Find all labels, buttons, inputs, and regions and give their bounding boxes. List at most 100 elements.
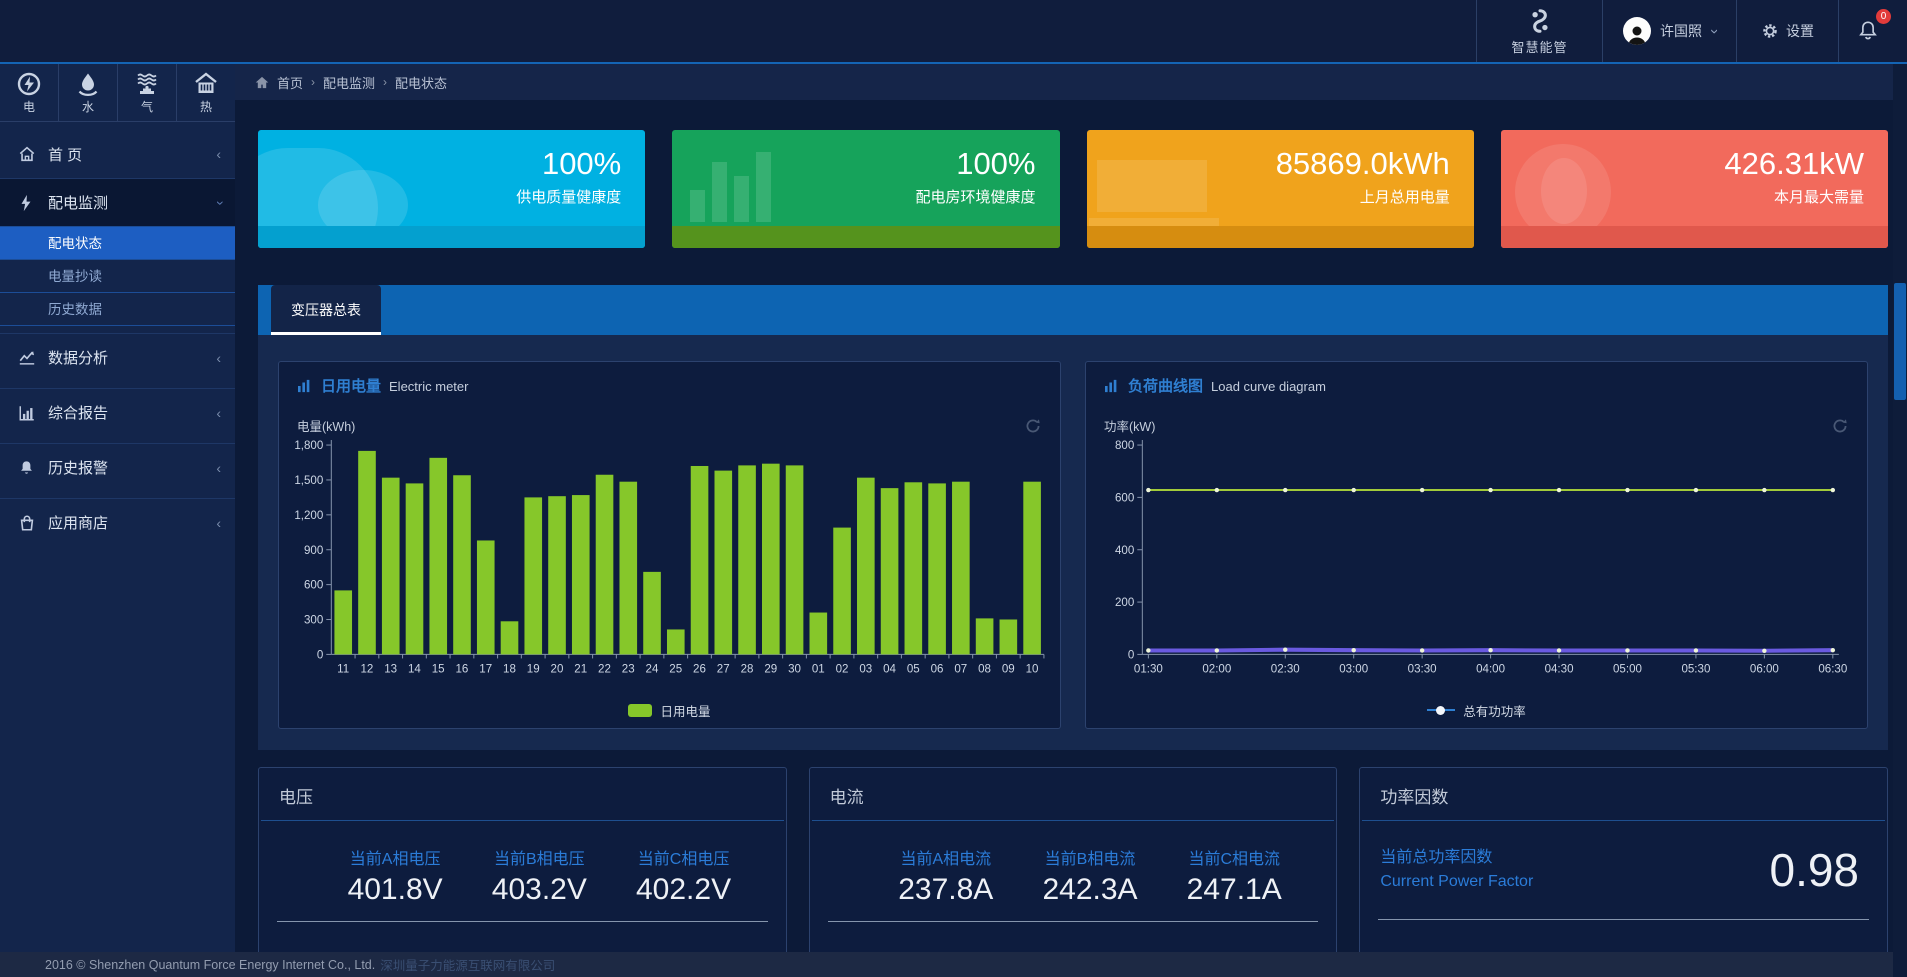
refresh-icon[interactable] <box>1024 417 1042 435</box>
main-content: 首页 › 配电监测 › 配电状态 100%供电质量健康度 100%配电房环境健康… <box>235 64 1907 952</box>
stat-value: 402.2V <box>611 873 755 907</box>
stat-value: 401.8V <box>323 873 467 907</box>
svg-text:600: 600 <box>304 580 323 592</box>
svg-text:200: 200 <box>1115 597 1134 609</box>
svg-text:04:00: 04:00 <box>1476 664 1505 676</box>
settings-button[interactable]: 设置 <box>1736 0 1838 62</box>
panel-title: 电压 <box>259 768 786 820</box>
breadcrumb: 首页 › 配电监测 › 配电状态 <box>235 64 1907 100</box>
load-curve-line-chart[interactable]: 020040060080001:3002:0002:3003:0003:3004… <box>1086 437 1867 695</box>
panel-title-zh: 日用电量 <box>321 375 381 396</box>
scrollbar-thumb[interactable] <box>1894 283 1906 400</box>
stat-item: 当前A相电压 401.8V <box>323 845 467 907</box>
legend-label: 日用电量 <box>660 701 710 720</box>
sidebar-subitem-power-status[interactable]: 配电状态 <box>0 227 235 260</box>
sidebar-subitem-meter-reading[interactable]: 电量抄读 <box>0 260 235 293</box>
svg-text:10: 10 <box>1026 664 1039 676</box>
sidebar-item-app-store[interactable]: 应用商店 ‹ <box>0 498 235 546</box>
svg-text:18: 18 <box>503 664 516 676</box>
electric-icon <box>16 71 42 97</box>
current-panel: 电流 当前A相电流 237.8A 当前B相电流 242.3A 当前C相电流 24… <box>809 767 1338 952</box>
svg-text:06:30: 06:30 <box>1818 664 1847 676</box>
card-strip <box>1087 226 1474 248</box>
app-logo-icon <box>1525 7 1555 35</box>
notifications-button[interactable]: 0 <box>1838 0 1907 62</box>
svg-text:600: 600 <box>1115 492 1134 504</box>
svg-text:26: 26 <box>693 664 706 676</box>
stat-value: 237.8A <box>874 873 1018 907</box>
refresh-icon[interactable] <box>1831 417 1849 435</box>
card-last-month-energy: 85869.0kWh上月总用电量 <box>1087 130 1474 248</box>
svg-text:03:30: 03:30 <box>1408 664 1437 676</box>
gear-icon <box>1761 22 1779 40</box>
sidebar-item-power-monitoring[interactable]: 配电监测 ‹ <box>0 178 235 226</box>
card-value: 426.31kW <box>1724 146 1864 182</box>
sidebar-subitem-history-data[interactable]: 历史数据 <box>0 293 235 326</box>
legend-swatch <box>628 704 652 717</box>
svg-text:0: 0 <box>317 649 323 661</box>
kpi-cards: 100%供电质量健康度 100%配电房环境健康度 85869.0kWh上月总用电… <box>258 130 1888 248</box>
sidebar-menu: 首 页 ‹ 配电监测 ‹ 配电状态 电量抄读 历史数据 数据分析 ‹ <box>0 130 235 546</box>
tab-transformer-summary[interactable]: 变压器总表 <box>271 285 381 335</box>
svg-text:30: 30 <box>788 664 801 676</box>
breadcrumb-home[interactable]: 首页 <box>277 73 303 92</box>
legend-label: 总有功功率 <box>1463 701 1526 720</box>
card-strip <box>258 226 645 248</box>
breadcrumb-power-status[interactable]: 配电状态 <box>395 73 447 92</box>
heat-icon <box>193 71 219 97</box>
utility-label: 电 <box>23 98 35 115</box>
utility-label: 气 <box>141 98 153 115</box>
app-logo-label: 智慧能管 <box>1511 37 1567 56</box>
footer: 2016 © Shenzhen Quantum Force Energy Int… <box>0 952 1907 977</box>
settings-label: 设置 <box>1786 21 1814 41</box>
utility-tab-gas[interactable]: 气 <box>118 64 177 121</box>
sidebar-item-label: 数据分析 <box>48 347 204 368</box>
bar-chart-icon <box>1104 379 1120 393</box>
card-room-health: 100%配电房环境健康度 <box>672 130 1059 248</box>
topbar: 智慧能管 许国照 ‹ 设置 0 <box>0 0 1907 64</box>
svg-text:05: 05 <box>907 664 920 676</box>
store-icon <box>18 514 36 532</box>
legend-marker <box>1427 709 1455 711</box>
svg-text:400: 400 <box>1115 545 1134 557</box>
svg-text:09: 09 <box>1002 664 1015 676</box>
svg-text:04:30: 04:30 <box>1545 664 1574 676</box>
line-chart-legend[interactable]: 总有功功率 <box>1086 695 1867 730</box>
home-icon <box>255 76 269 89</box>
breadcrumb-power-monitoring[interactable]: 配电监测 <box>323 73 375 92</box>
card-label: 上月总用电量 <box>1276 186 1450 207</box>
daily-energy-bar-chart[interactable]: 03006009001,2001,5001,800111213141516171… <box>279 437 1060 695</box>
svg-text:0: 0 <box>1128 649 1134 661</box>
svg-text:05:00: 05:00 <box>1613 664 1642 676</box>
sidebar-item-data-analysis[interactable]: 数据分析 ‹ <box>0 333 235 381</box>
svg-text:29: 29 <box>764 664 777 676</box>
stat-item: 当前C相电压 402.2V <box>611 845 755 907</box>
bar-chart-legend[interactable]: 日用电量 <box>279 695 1060 730</box>
globe-decoration <box>1541 158 1587 224</box>
sidebar-item-report[interactable]: 综合报告 ‹ <box>0 388 235 436</box>
sidebar-item-home[interactable]: 首 页 ‹ <box>0 130 235 178</box>
sidebar-item-alarm-history[interactable]: 历史报警 ‹ <box>0 443 235 491</box>
water-drop-icon <box>75 71 101 97</box>
utility-tab-water[interactable]: 水 <box>59 64 118 121</box>
chevron-left-icon: ‹ <box>216 146 221 162</box>
user-menu[interactable]: 许国照 ‹ <box>1602 0 1736 62</box>
svg-text:04: 04 <box>883 664 896 676</box>
bars-decoration <box>712 162 727 222</box>
page-scrollbar[interactable] <box>1893 64 1907 977</box>
avatar <box>1623 17 1651 45</box>
stat-label: 当前C相电压 <box>611 845 755 869</box>
svg-text:800: 800 <box>1115 440 1134 452</box>
utility-tabs: 电 水 气 热 <box>0 64 235 122</box>
svg-text:02:00: 02:00 <box>1202 664 1231 676</box>
breadcrumb-separator: › <box>311 75 315 89</box>
power-monitoring-submenu: 配电状态 电量抄读 历史数据 <box>0 226 235 326</box>
utility-tab-electric[interactable]: 电 <box>0 64 59 121</box>
tab-bar: 变压器总表 <box>258 285 1888 335</box>
svg-text:13: 13 <box>384 664 397 676</box>
utility-tab-heat[interactable]: 热 <box>177 64 235 121</box>
utility-label: 水 <box>82 98 94 115</box>
stat-value: 242.3A <box>1018 873 1162 907</box>
bell-icon <box>18 459 36 477</box>
card-value: 100% <box>516 146 621 182</box>
